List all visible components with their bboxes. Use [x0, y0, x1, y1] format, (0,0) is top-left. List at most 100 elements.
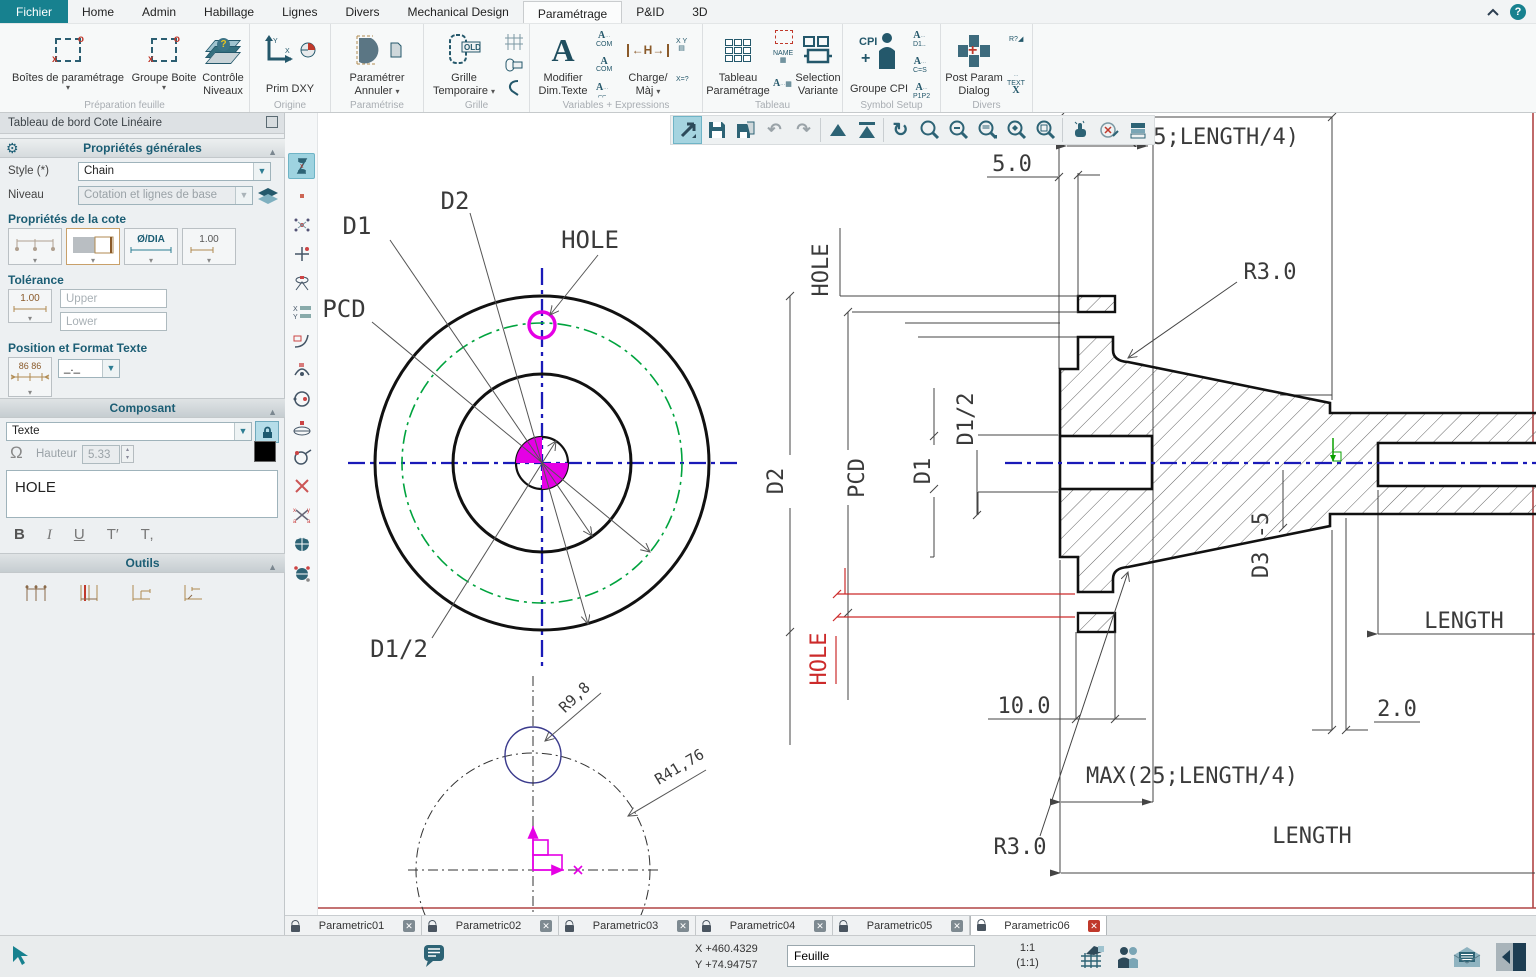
- subscript-button[interactable]: T‚: [141, 526, 154, 543]
- dim-label-length-bottom[interactable]: LENGTH: [1272, 824, 1351, 849]
- collapse-ribbon-icon[interactable]: [1486, 7, 1500, 17]
- a-d1-icon[interactable]: A⋯D1..: [913, 32, 926, 48]
- selection-variante-button[interactable]: SelectionVariante: [795, 30, 841, 98]
- menu-mechanical-design[interactable]: Mechanical Design: [393, 0, 522, 23]
- scale-indicator[interactable]: 1:1 (1:1): [1005, 941, 1050, 971]
- dim-curve-tool-icon[interactable]: [288, 328, 315, 354]
- a-p1p2-icon[interactable]: A⋯P1P2: [913, 84, 930, 100]
- a-com2-icon[interactable]: ACOM: [596, 58, 612, 73]
- omega-icon[interactable]: Ω: [10, 443, 23, 463]
- menu-lignes[interactable]: Lignes: [268, 0, 331, 23]
- tab-parametric01[interactable]: Parametric01 ✕: [285, 916, 422, 936]
- bold-button[interactable]: B: [14, 526, 25, 543]
- menu-3d[interactable]: 3D: [678, 0, 721, 23]
- scale-ruler-button[interactable]: [1123, 116, 1152, 144]
- boites-parametrage-button[interactable]: xo Boîtes de paramétrage▾: [8, 30, 128, 91]
- menu-parametrage-active[interactable]: Paramétrage: [523, 1, 622, 23]
- a-table-icon[interactable]: A⋯▦: [773, 80, 792, 89]
- close-tab-icon[interactable]: ✕: [951, 920, 963, 932]
- dim-label-d12-section[interactable]: D1/2: [954, 393, 979, 446]
- groupe-cpi-button[interactable]: CPI + Groupe CPI: [847, 30, 911, 96]
- x-query-icon[interactable]: X=?: [676, 76, 689, 83]
- select-cursor-button[interactable]: [673, 116, 702, 144]
- close-tab-icon[interactable]: ✕: [814, 920, 826, 932]
- dim-label-d1-section[interactable]: D1: [911, 458, 936, 485]
- dim-arc-tool-icon[interactable]: [288, 357, 315, 383]
- users-icon[interactable]: [1115, 944, 1141, 970]
- tool-dim-baseline-icon[interactable]: [76, 581, 102, 605]
- tolerance-upper-input[interactable]: [60, 289, 167, 308]
- dashed-box-small-icon[interactable]: [775, 30, 793, 44]
- dim-diameter-button[interactable]: Ø/DIA ▾: [124, 228, 178, 265]
- hauteur-stepper[interactable]: ▴▾: [121, 445, 134, 463]
- grid-hand-icon[interactable]: [1078, 944, 1106, 970]
- dim-label-r3-top[interactable]: R3.0: [1244, 260, 1297, 285]
- dim-crosshair-tool-icon[interactable]: [288, 241, 315, 267]
- dim-cone-tool-icon[interactable]: [288, 270, 315, 296]
- menu-pid[interactable]: P&ID: [622, 0, 678, 23]
- zoom-out-button[interactable]: [944, 116, 973, 144]
- dim-label-d2[interactable]: D2: [441, 187, 470, 215]
- dim-label-length-right[interactable]: LENGTH: [1424, 609, 1503, 634]
- dim-xy-table-tool-icon[interactable]: XY: [288, 299, 315, 325]
- niveau-layers-icon[interactable]: [257, 187, 279, 205]
- grid-small-icon[interactable]: [504, 32, 524, 55]
- dim-label-d1[interactable]: D1: [343, 212, 372, 240]
- grid-old-small-icon[interactable]: [504, 56, 524, 77]
- zoom-in-button[interactable]: [915, 116, 944, 144]
- dim-label-2[interactable]: 2.0: [1377, 697, 1417, 722]
- menu-divers[interactable]: Divers: [331, 0, 393, 23]
- dim-label-pcd-section[interactable]: PCD: [845, 458, 870, 498]
- lock-button[interactable]: [255, 421, 279, 443]
- tool-dim-chain-icon[interactable]: [24, 581, 50, 605]
- tab-parametric05[interactable]: Parametric05 ✕: [833, 916, 970, 936]
- dim-label-d3[interactable]: D3 -5: [1249, 512, 1274, 578]
- grille-temporaire-button[interactable]: OLD Grille Temporaire ▾: [428, 30, 500, 98]
- style-select[interactable]: Chain▼: [78, 162, 271, 181]
- zoom-page-button[interactable]: [1031, 116, 1060, 144]
- tool-dim-step1-icon[interactable]: [128, 581, 154, 605]
- modifier-dim-texte-button[interactable]: A ModifierDim.Texte: [532, 30, 594, 98]
- underline-button[interactable]: U: [74, 526, 85, 543]
- gear-icon[interactable]: ⚙: [6, 140, 19, 157]
- tool-dim-step2-icon[interactable]: [180, 581, 206, 605]
- r-query-icon[interactable]: R?◢: [1009, 36, 1023, 43]
- dim-precision-button[interactable]: 1.00 ▾: [182, 228, 236, 265]
- dim-circle-point-tool-icon[interactable]: [288, 386, 315, 412]
- controle-niveaux-button[interactable]: ? ContrôleNiveaux: [198, 30, 248, 98]
- help-icon[interactable]: ?: [1510, 4, 1526, 20]
- dim-dome-tool-icon[interactable]: [288, 415, 315, 441]
- tab-parametric03[interactable]: Parametric03 ✕: [559, 916, 696, 936]
- menu-home[interactable]: Home: [68, 0, 128, 23]
- a-cs-icon[interactable]: A⋯C=S: [913, 58, 927, 74]
- niveau-select[interactable]: Cotation et lignes de base▼: [78, 186, 253, 205]
- drawing-canvas[interactable]: D1 D2 PCD HOLE D1/2: [318, 113, 1536, 935]
- component-text-input[interactable]: HOLE: [6, 470, 278, 518]
- dim-label-5[interactable]: 5.0: [992, 152, 1032, 177]
- dim-label-max-bottom[interactable]: MAX(25;LENGTH/4): [1086, 764, 1298, 789]
- name-table-icon[interactable]: NAME▦: [773, 50, 793, 64]
- composant-select[interactable]: Texte▼: [6, 422, 252, 441]
- dim-label-r98[interactable]: R9,8: [555, 678, 593, 716]
- delete-xy-tool-icon[interactable]: xyaa: [288, 502, 315, 528]
- tab-parametric06-active[interactable]: Parametric06 ✕: [970, 916, 1107, 936]
- zoom-selection-button[interactable]: [1002, 116, 1031, 144]
- redo-button[interactable]: ↷: [789, 116, 818, 144]
- measure-circle-button[interactable]: [1094, 116, 1123, 144]
- collapse-icon[interactable]: ▲: [268, 403, 277, 422]
- dim-vertical-tool-icon[interactable]: x: [288, 153, 315, 179]
- text-x-icon[interactable]: ⋯TEXTX: [1007, 72, 1025, 95]
- xy-page-icon[interactable]: X Y▤: [676, 38, 687, 52]
- save-as-button[interactable]: [731, 116, 760, 144]
- tolerance-value-button[interactable]: 1.00 ▾: [8, 289, 52, 323]
- prim-dxy-button[interactable]: YX Prim DXY: [255, 30, 325, 96]
- general-section-header[interactable]: Propriétés générales▲: [0, 138, 285, 158]
- text-format-select[interactable]: _._▼: [58, 359, 120, 378]
- menu-admin[interactable]: Admin: [128, 0, 190, 23]
- sheet-name-input[interactable]: [787, 945, 975, 967]
- dim-point-tool-icon[interactable]: [288, 183, 315, 209]
- italic-button[interactable]: I: [47, 527, 52, 544]
- menu-fichier[interactable]: Fichier: [0, 0, 68, 23]
- dim-label-d1-2[interactable]: D1/2: [370, 635, 428, 663]
- mail-icon[interactable]: [1452, 945, 1482, 969]
